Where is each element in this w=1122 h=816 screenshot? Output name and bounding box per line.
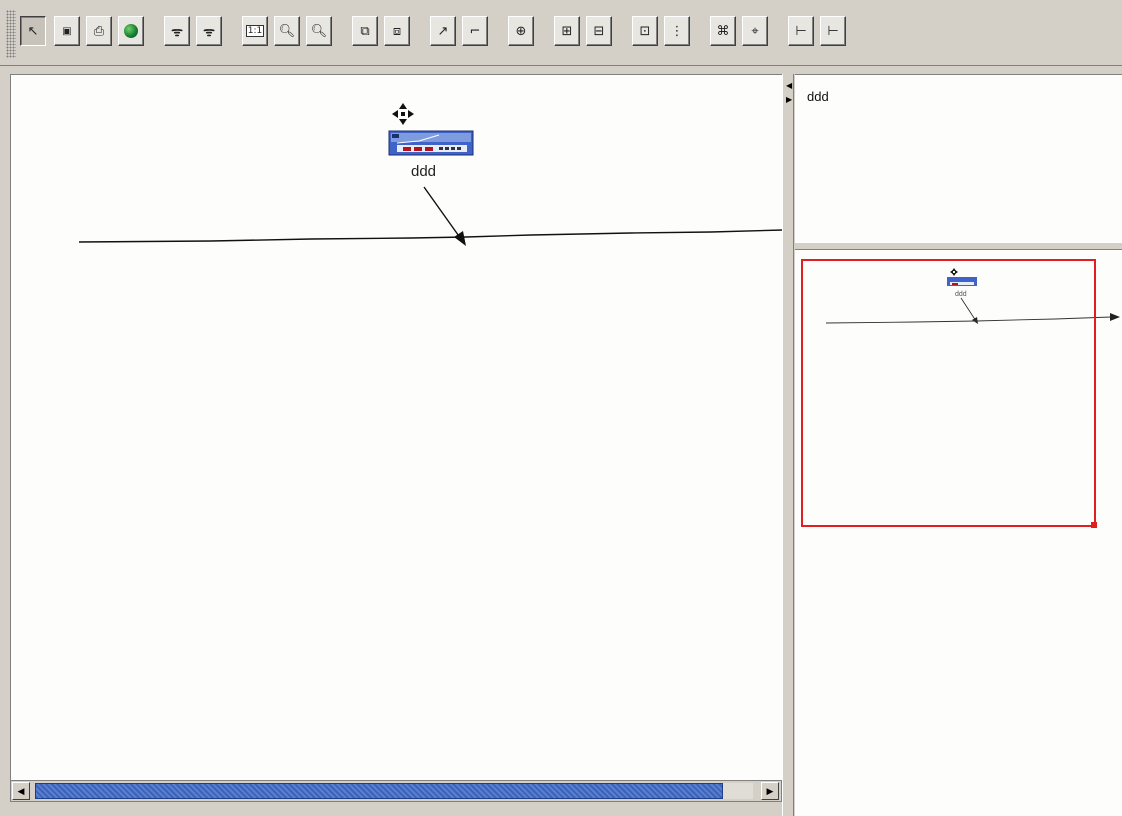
layout-button[interactable]: ⌘ <box>710 16 736 46</box>
properties-title: ddd <box>807 89 829 104</box>
print-button[interactable]: ⎙ <box>86 16 112 46</box>
overview-pane[interactable]: ddd <box>795 250 1122 816</box>
app-window: ↖ ▣ ⎙ ᯤ ᯤ 1:1 🔍︎ 🔍︎ ⧉ ⧈ ↗ ⌐ ⊕ ⊞ ⊟ ⊡ ⋮ ⌘ … <box>0 0 1122 816</box>
binoculars-arrow-icon: ᯤ <box>203 25 215 40</box>
web-button[interactable] <box>118 16 144 46</box>
node-label[interactable]: ddd <box>411 163 436 180</box>
expand-group-button[interactable]: ⊞ <box>554 16 580 46</box>
tree-layout-alt-icon: ⊢ <box>827 23 839 39</box>
ungroup-button[interactable]: ⋮ <box>664 16 690 46</box>
vertical-splitter[interactable]: ◀ ▶ <box>782 74 794 816</box>
layout-alt-icon: ⌖ <box>751 23 759 39</box>
zoom-out-button[interactable]: 🔍︎ <box>306 16 332 46</box>
toolbar: ↖ ▣ ⎙ ᯤ ᯤ 1:1 🔍︎ 🔍︎ ⧉ ⧈ ↗ ⌐ ⊕ ⊞ ⊟ ⊡ ⋮ ⌘ … <box>0 0 1122 66</box>
collapse-group-button[interactable]: ⊟ <box>586 16 612 46</box>
find-next-button[interactable]: ᯤ <box>196 16 222 46</box>
canvas-drawing <box>78 103 783 246</box>
ungroup-icon: ⋮ <box>670 23 684 39</box>
group-icon: ⊡ <box>639 23 651 39</box>
orthogonal-link-button[interactable]: ⌐ <box>462 16 488 46</box>
scroll-left-button[interactable]: ◀ <box>12 782 30 800</box>
collapse-right-arrow-icon[interactable]: ▶ <box>786 96 792 104</box>
fit-content-button[interactable]: ⧉ <box>352 16 378 46</box>
toolbar-grip[interactable] <box>6 10 16 58</box>
printer-icon: ⎙ <box>93 23 105 39</box>
collapse-group-icon: ⊟ <box>593 23 605 39</box>
layout-star-icon: ⌘ <box>716 23 730 39</box>
fit-content-icon: ⧉ <box>360 23 370 39</box>
left-arrow-icon: ◀ <box>17 785 25 796</box>
collapse-left-arrow-icon[interactable]: ◀ <box>786 82 792 90</box>
zoom-in-button[interactable]: 🔍︎ <box>274 16 300 46</box>
link-line[interactable] <box>78 229 783 243</box>
save-button[interactable]: ▣ <box>54 16 80 46</box>
tree-layout-alt-button[interactable]: ⊢ <box>820 16 846 46</box>
expand-group-icon: ⊞ <box>561 23 573 39</box>
tree-layout-icon: ⊢ <box>795 23 807 39</box>
binoculars-icon: ᯤ <box>171 25 183 40</box>
find-button[interactable]: ᯤ <box>164 16 190 46</box>
floppy-disk-icon: ▣ <box>62 25 72 37</box>
layout-alt-button[interactable]: ⌖ <box>742 16 768 46</box>
zoom-box-button[interactable]: ⊕ <box>508 16 534 46</box>
actual-size-button[interactable]: 1:1 <box>242 16 268 46</box>
scroll-right-button[interactable]: ▶ <box>761 782 779 800</box>
overview-viewport[interactable] <box>801 259 1096 527</box>
zoom-out-icon: 🔍︎ <box>310 23 328 39</box>
properties-pane: ddd <box>795 74 1122 243</box>
pointer-arrow-icon: ↖ <box>27 23 39 39</box>
diagonal-link-icon: ↗ <box>437 23 449 39</box>
fit-selection-button[interactable]: ⧈ <box>384 16 410 46</box>
orthogonal-link-icon: ⌐ <box>469 23 481 39</box>
network-device-icon[interactable] <box>388 130 474 156</box>
one-to-one-icon: 1:1 <box>245 25 265 37</box>
select-tool-button[interactable]: ↖ <box>20 16 46 46</box>
scroll-thumb[interactable] <box>35 783 723 799</box>
horizontal-splitter[interactable] <box>795 242 1122 250</box>
move-cross-icon[interactable] <box>392 103 414 125</box>
horizontal-scrollbar[interactable]: ◀ ▶ <box>10 780 782 802</box>
link-tool-button[interactable]: ↗ <box>430 16 456 46</box>
zoom-box-icon: ⊕ <box>515 23 527 39</box>
fit-selection-icon: ⧈ <box>392 23 402 39</box>
group-button[interactable]: ⊡ <box>632 16 658 46</box>
viewport-resize-handle[interactable] <box>1091 522 1097 528</box>
globe-icon <box>124 24 138 38</box>
zoom-in-icon: 🔍︎ <box>278 23 296 39</box>
tree-layout-button[interactable]: ⊢ <box>788 16 814 46</box>
right-arrow-icon: ▶ <box>766 785 774 796</box>
scroll-track[interactable] <box>723 783 753 799</box>
diagram-canvas[interactable]: ddd <box>10 74 783 781</box>
